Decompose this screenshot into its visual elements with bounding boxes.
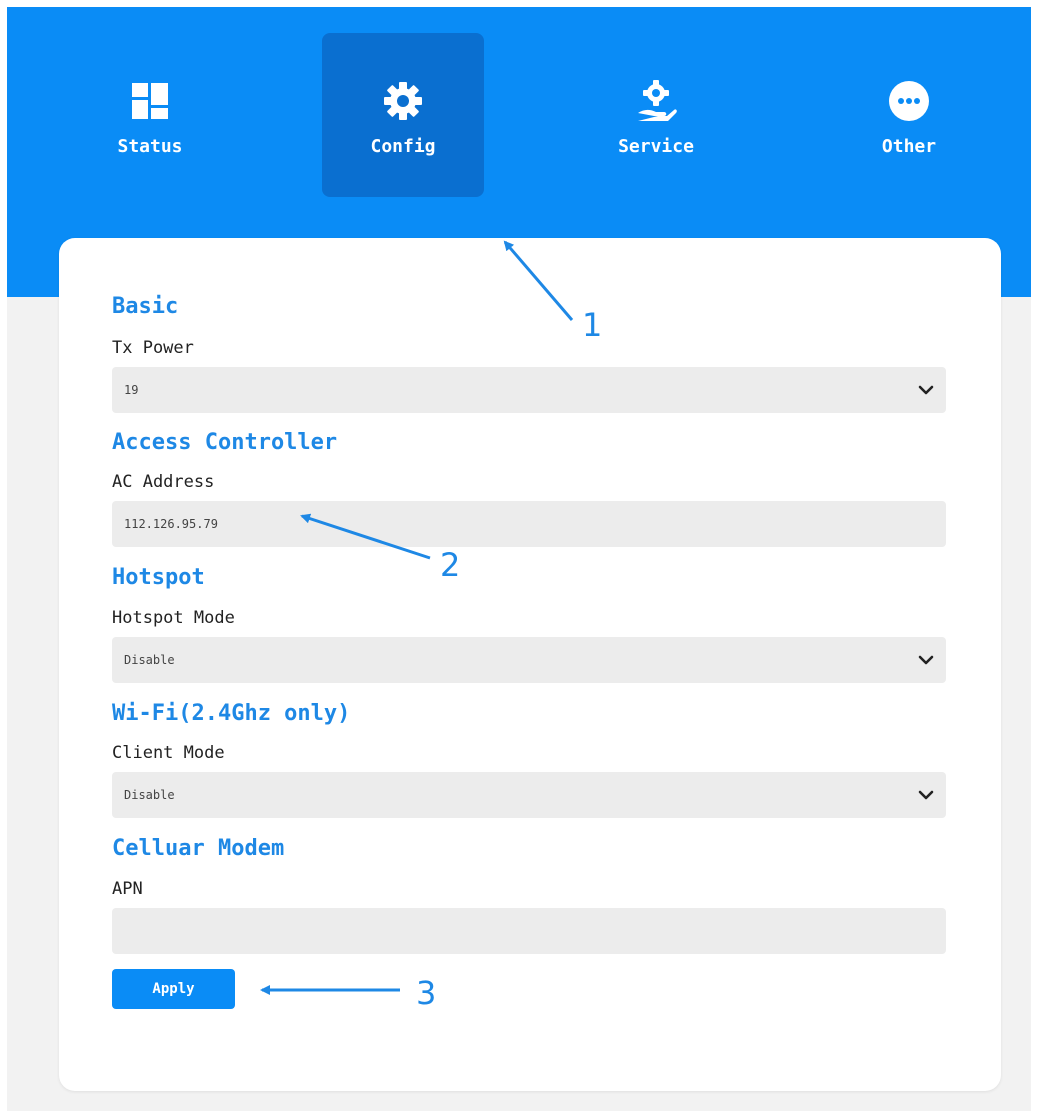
nav-tab-other[interactable]: Other [828,33,990,197]
nav-label-status: Status [117,136,183,157]
hotspot-mode-label: Hotspot Mode [112,608,235,628]
annotation-number-1: 1 [582,306,603,344]
section-title-hotspot: Hotspot [112,565,205,590]
gear-icon [381,79,425,123]
hotspot-mode-value: Disable [124,653,175,667]
client-mode-select[interactable]: Disable [112,772,946,818]
hotspot-mode-select[interactable]: Disable [112,637,946,683]
ac-address-input[interactable]: 112.126.95.79 [112,501,946,547]
chevron-down-icon [918,385,934,395]
dashboard-grid-icon [128,79,172,123]
hand-gear-icon [634,79,678,123]
ac-address-label: AC Address [112,472,215,492]
more-dots-icon [887,79,931,123]
apn-input[interactable] [112,908,946,954]
nav-label-config: Config [370,136,436,157]
client-mode-value: Disable [124,788,175,802]
section-title-basic: Basic [112,294,179,319]
tx-power-select[interactable]: 19 [112,367,946,413]
chevron-down-icon [918,655,934,665]
nav-tab-config[interactable]: Config [322,33,484,197]
annotation-number-2: 2 [440,546,461,584]
config-card: Basic Tx Power 19 Access Controller AC A… [59,238,1001,1091]
nav-tab-service[interactable]: Service [575,33,737,197]
section-title-cellular: Celluar Modem [112,836,285,861]
tx-power-value: 19 [124,383,139,397]
apn-label: APN [112,879,143,899]
annotation-number-3: 3 [416,974,437,1012]
section-title-access-controller: Access Controller [112,430,338,455]
tx-power-label: Tx Power [112,338,194,358]
app-frame: Status Config Service Other Basic Tx Pow… [7,7,1031,1111]
apply-button[interactable]: Apply [112,969,235,1009]
client-mode-label: Client Mode [112,743,225,763]
section-title-wifi: Wi-Fi(2.4Ghz only) [112,701,351,726]
chevron-down-icon [918,790,934,800]
nav-tab-status[interactable]: Status [69,33,231,197]
nav-label-service: Service [618,136,694,157]
ac-address-value: 112.126.95.79 [124,517,218,531]
nav-label-other: Other [881,136,937,157]
